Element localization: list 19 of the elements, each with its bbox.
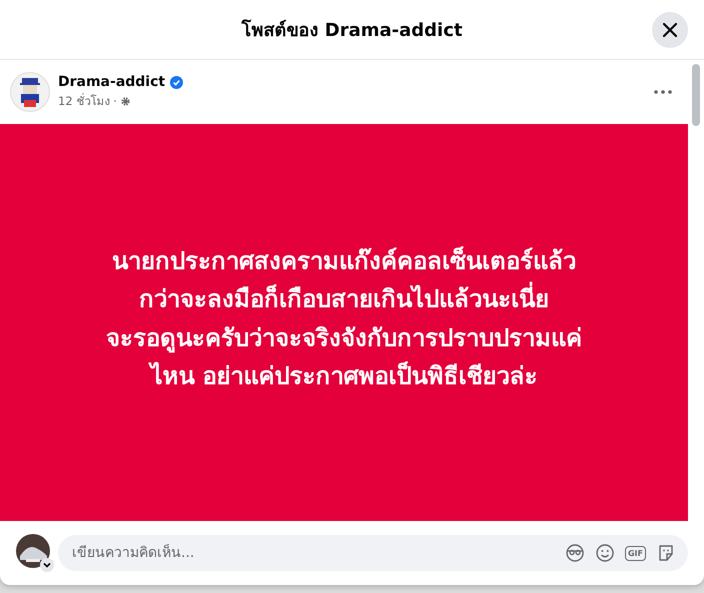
avatar-icon <box>10 72 50 112</box>
caret-icon[interactable] <box>40 558 54 572</box>
comment-field[interactable]: เขียนความคิดเห็น... GIF <box>58 535 688 571</box>
post-text-line: จะรอดูนะครับว่าจะจริงจังกับการปราบปรามแค่ <box>106 322 582 354</box>
dialog-title: โพสต์ของ Drama-addict <box>242 18 462 43</box>
post-time[interactable]: 12 ชั่วโมง <box>58 92 110 110</box>
more-options-icon[interactable] <box>654 90 672 94</box>
post-text-line: นายกประกาศสงครามแก๊งค์คอลเซ็นเตอร์แล้ว <box>112 245 576 277</box>
gif-button[interactable]: GIF <box>624 546 646 560</box>
post-text-line: ไหน อย่าแค่ประกาศพอเป็นพิธีเชียวล่ะ <box>150 360 538 392</box>
author-name[interactable]: Drama-addict <box>58 74 166 90</box>
post-text-line: กว่าจะลงมือก็เกือบสายเกินไปแล้วนะเนี่ย <box>139 283 549 316</box>
close-button[interactable] <box>652 12 688 48</box>
user-avatar-icon <box>16 534 50 568</box>
settings-icon <box>120 96 131 106</box>
emoji-icon[interactable] <box>594 543 615 563</box>
separator-dot: · <box>113 94 117 108</box>
close-icon <box>662 22 678 38</box>
avatar-sticker-icon[interactable] <box>564 543 585 563</box>
